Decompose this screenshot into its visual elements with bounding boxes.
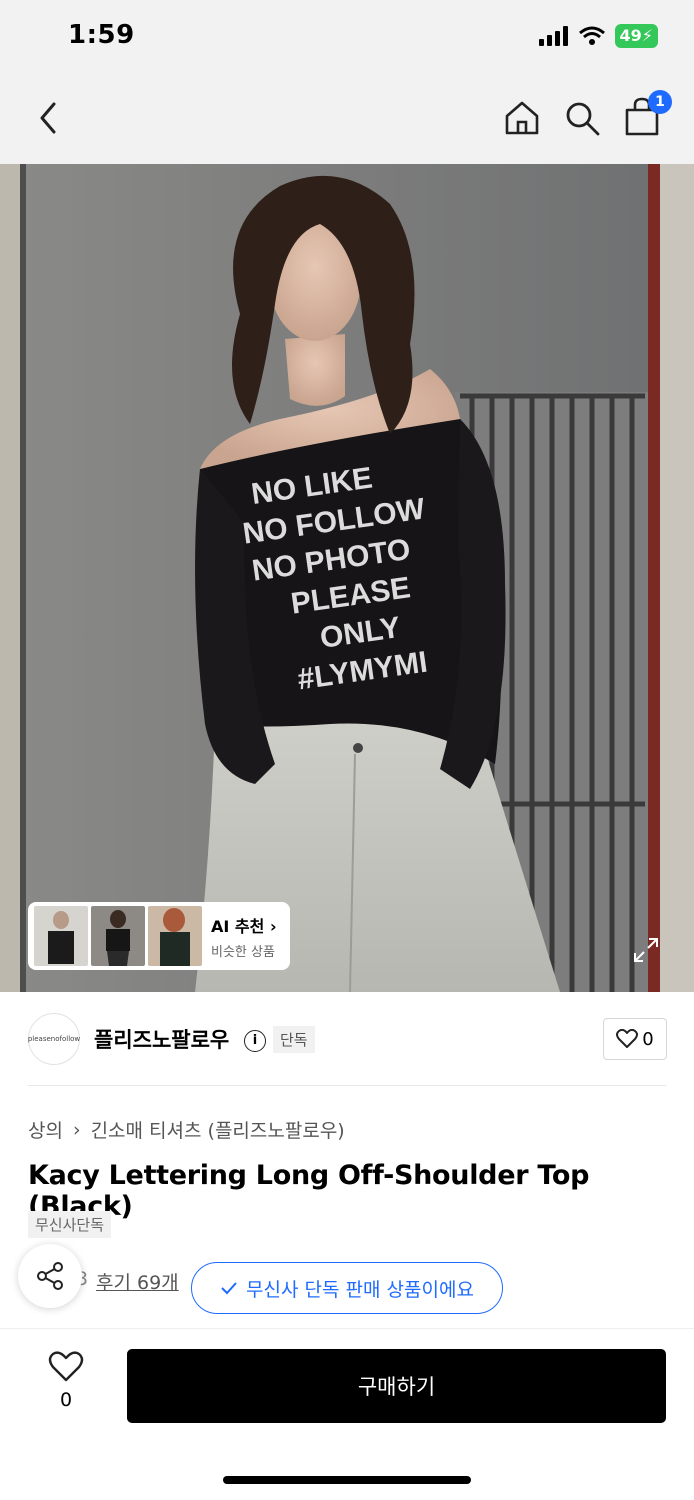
ai-card-title-label: AI 추천 bbox=[211, 916, 265, 936]
expand-icon[interactable] bbox=[632, 936, 660, 964]
bottom-action-bar: 0 구매하기 bbox=[0, 1329, 694, 1500]
breadcrumb-category[interactable]: 상의 bbox=[28, 1116, 63, 1143]
top-nav: 1 bbox=[0, 76, 694, 164]
back-icon[interactable] bbox=[32, 98, 64, 138]
ai-thumbnail[interactable] bbox=[91, 906, 145, 966]
brand-logo[interactable]: pleasenofollow bbox=[28, 1013, 80, 1065]
share-icon bbox=[37, 1262, 63, 1290]
wifi-icon bbox=[578, 26, 605, 45]
ai-card-text: AI 추천 › 비슷한 상품 bbox=[211, 913, 277, 960]
status-bar: 1:59 49⚡ bbox=[0, 0, 694, 76]
brand-row: pleasenofollow 플리즈노팔로우 i 단독 0 bbox=[0, 1010, 694, 1070]
signal-icon bbox=[538, 26, 568, 46]
home-icon[interactable] bbox=[502, 98, 542, 138]
ai-card-title: AI 추천 › bbox=[211, 913, 277, 937]
brand-like-count: 0 bbox=[642, 1028, 654, 1050]
checkmark-icon bbox=[221, 1282, 237, 1295]
wishlist-count: 0 bbox=[59, 1389, 73, 1411]
cart-button[interactable]: 1 bbox=[622, 90, 672, 142]
battery-indicator: 49⚡ bbox=[614, 24, 658, 48]
status-icons: 49⚡ bbox=[538, 24, 658, 48]
breadcrumb: 상의 › 긴소매 티셔츠 (플리즈노팔로우) bbox=[28, 1116, 345, 1143]
chevron-right-icon: › bbox=[269, 916, 277, 936]
exclusive-notice-pill[interactable]: 무신사 단독 판매 상품이에요 bbox=[191, 1262, 503, 1314]
ai-thumbnail[interactable] bbox=[34, 906, 88, 966]
brand-name[interactable]: 플리즈노팔로우 bbox=[94, 1024, 229, 1054]
heart-icon bbox=[48, 1351, 84, 1382]
breadcrumb-subcategory[interactable]: 긴소매 티셔츠 (플리즈노팔로우) bbox=[91, 1116, 345, 1143]
product-image[interactable]: NO LIKE NO FOLLOW NO PHOTO PLEASE ONLY #… bbox=[0, 164, 694, 992]
cart-count-badge: 1 bbox=[648, 90, 672, 114]
product-tag: 무신사단독 bbox=[28, 1211, 112, 1238]
share-button[interactable] bbox=[18, 1244, 82, 1308]
product-title: Kacy Lettering Long Off-Shoulder Top (Bl… bbox=[28, 1160, 590, 1222]
review-link[interactable]: 후기 69개 bbox=[96, 1268, 179, 1295]
ai-recommendation-card[interactable]: AI 추천 › 비슷한 상품 bbox=[28, 902, 290, 970]
heart-icon bbox=[616, 1029, 639, 1048]
charging-icon: ⚡ bbox=[641, 26, 653, 45]
home-indicator bbox=[223, 1476, 471, 1484]
ai-card-subtitle: 비슷한 상품 bbox=[211, 944, 275, 960]
battery-level: 49 bbox=[619, 26, 642, 45]
buy-button[interactable]: 구매하기 bbox=[127, 1349, 666, 1423]
divider bbox=[28, 1085, 666, 1086]
ai-thumbnail[interactable] bbox=[148, 906, 202, 966]
brand-logo-text: pleasenofollow bbox=[27, 1035, 81, 1043]
exclusive-notice-text: 무신사 단독 판매 상품이에요 bbox=[246, 1278, 474, 1301]
search-icon[interactable] bbox=[562, 98, 602, 138]
info-icon[interactable]: i bbox=[244, 1030, 266, 1052]
exclusive-badge: 단독 bbox=[273, 1026, 315, 1053]
status-time: 1:59 bbox=[68, 20, 135, 50]
brand-like-button[interactable]: 0 bbox=[603, 1018, 667, 1060]
model-photo: NO LIKE NO FOLLOW NO PHOTO PLEASE ONLY #… bbox=[0, 164, 694, 992]
wishlist-button[interactable]: 0 bbox=[40, 1351, 92, 1411]
chevron-right-icon: › bbox=[72, 1118, 81, 1141]
